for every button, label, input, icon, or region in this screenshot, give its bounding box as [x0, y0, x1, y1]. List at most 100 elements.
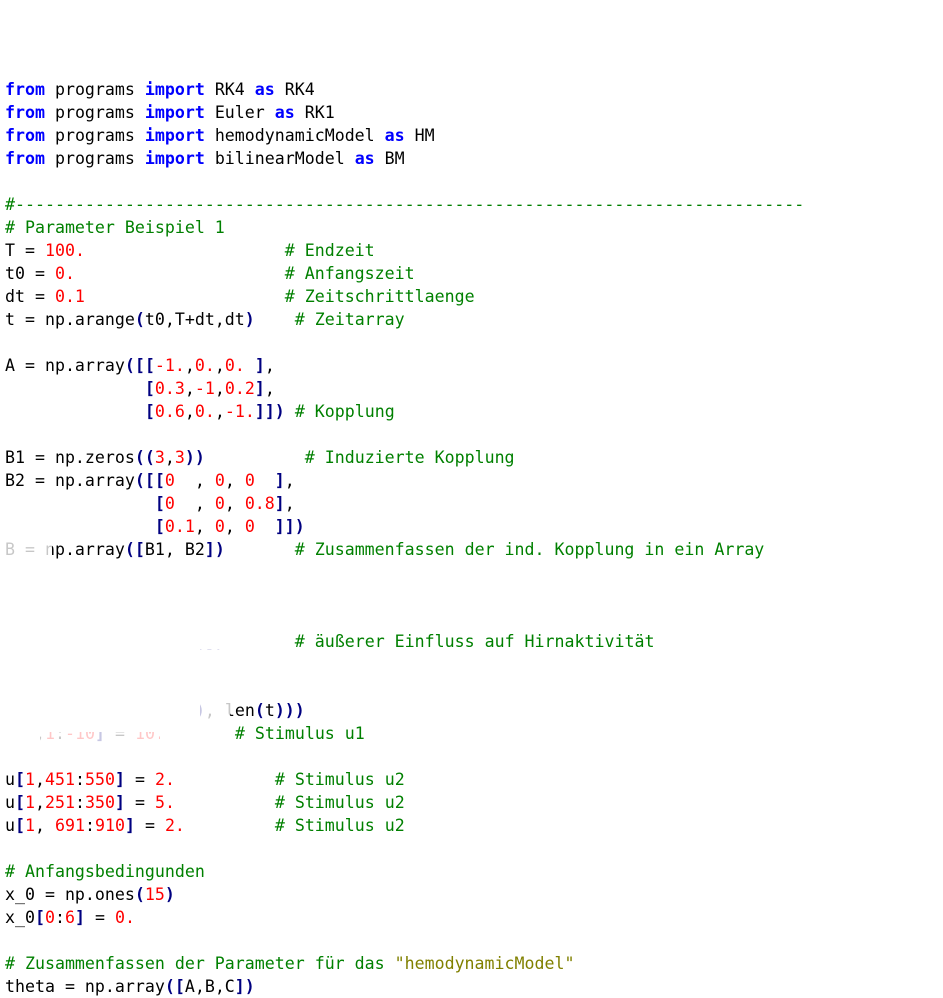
code-token: = [134, 816, 165, 835]
code-line[interactable]: T = 100. # Endzeit [5, 239, 375, 262]
redaction-mask [160, 722, 195, 745]
code-line[interactable]: from programs import bilinearModel as BM [5, 147, 405, 170]
code-token: import [144, 126, 205, 145]
code-token: , [184, 356, 195, 375]
code-token: # Stimulus u1 [234, 724, 365, 743]
code-token: RK4 [204, 80, 255, 99]
code-line[interactable]: t0 = 0. # Anfangszeit [5, 262, 415, 285]
code-token: 3 [154, 448, 165, 467]
code-line[interactable]: [0 , 0, 0.8], [5, 492, 295, 515]
code-token: 100. [44, 241, 85, 260]
code-token: u [5, 793, 15, 812]
code-line[interactable]: from programs import hemodynamicModel as… [5, 124, 435, 147]
code-line[interactable]: x_0 = np.ones(15) [5, 883, 175, 906]
code-token: ([[ [134, 471, 165, 490]
code-token: from [5, 126, 45, 145]
code-token: 0. [194, 356, 215, 375]
code-token: : [74, 770, 85, 789]
code-token: from [5, 103, 45, 122]
code-line[interactable]: [0.3,-1,0.2], [5, 377, 275, 400]
code-token: -1 [194, 379, 215, 398]
code-token: 0.2 [224, 379, 255, 398]
code-token: B2 = np.array [5, 471, 135, 490]
code-token: : [84, 816, 95, 835]
code-line[interactable]: u[1, 691:910] = 2. # Stimulus u2 [5, 814, 405, 837]
code-editor[interactable]: from programs import RK4 as RK4 from prog… [0, 0, 943, 997]
code-line[interactable]: theta = np.array([A,B,C]) [5, 975, 255, 998]
code-token: A,B,C [184, 977, 235, 996]
code-token: , [214, 379, 225, 398]
code-token: , [284, 471, 295, 490]
code-token: , [35, 770, 45, 789]
code-token: 0. [54, 264, 75, 283]
code-token: 691 [54, 816, 85, 835]
code-token: , [35, 793, 45, 812]
code-token: (( [134, 448, 155, 467]
code-token: 2. [154, 770, 175, 789]
code-token: [ [154, 517, 165, 536]
code-token: ]) [204, 540, 225, 559]
code-line[interactable]: #---------------------------------------… [5, 193, 804, 216]
code-line[interactable]: dt = 0.1 # Zeitschrittlaenge [5, 285, 475, 308]
code-token: ]]) [274, 517, 305, 536]
code-line[interactable]: # Zusammenfassen der Parameter für das "… [5, 952, 574, 975]
code-token: BM [374, 149, 405, 168]
code-token: [ [15, 816, 25, 835]
code-token: ] [254, 379, 265, 398]
code-token: ))) [274, 701, 305, 720]
code-line[interactable]: A = np.array([[-1.,0.,0. ], [5, 354, 275, 377]
code-token: # Zeitschrittlaenge [284, 287, 475, 306]
code-token: , [194, 517, 215, 536]
code-line[interactable]: from programs import RK4 as RK4 [5, 78, 315, 101]
code-line[interactable]: # Anfangsbedingunden [5, 860, 205, 883]
code-token: hemodynamicModel [204, 126, 385, 145]
code-token: 0.3 [154, 379, 185, 398]
code-token: 6 [64, 908, 75, 927]
code-line[interactable]: x_0[0:6] = 0. [5, 906, 135, 929]
code-line[interactable]: B = np.array([B1, B2]) # Zusammenfassen … [5, 538, 764, 561]
code-token: ( [134, 885, 145, 904]
code-token: ]) [234, 977, 255, 996]
code-line[interactable]: u[1,251:350] = 5. # Stimulus u2 [5, 791, 405, 814]
code-token: 0 [214, 494, 225, 513]
code-token: ] [124, 816, 135, 835]
code-token: import [144, 103, 205, 122]
code-token: 0. [224, 356, 245, 375]
code-token: ([ [124, 540, 145, 559]
code-token: , [35, 816, 55, 835]
code-token: ]]) [254, 402, 285, 421]
code-line[interactable]: t = np.arange(t0,T+dt,dt) # Zeitarray [5, 308, 405, 331]
code-token: , [224, 517, 245, 536]
code-line[interactable]: [0.1, 0, 0 ]]) [5, 515, 305, 538]
code-token: t [264, 701, 275, 720]
code-token: x_0 [5, 908, 35, 927]
code-token: ( [254, 701, 265, 720]
code-line[interactable]: u[1,451:550] = 2. # Stimulus u2 [5, 768, 405, 791]
code-token: 0. [114, 908, 135, 927]
code-token: import [144, 80, 205, 99]
code-line[interactable]: from programs import Euler as RK1 [5, 101, 335, 124]
code-token: ] [274, 471, 285, 490]
code-line[interactable]: # Parameter Beispiel 1 [5, 216, 225, 239]
code-token: 0 [244, 517, 255, 536]
code-token: , [284, 494, 295, 513]
code-token: as [384, 126, 405, 145]
code-line[interactable]: B2 = np.array([[0 , 0, 0 ], [5, 469, 295, 492]
code-line[interactable]: B1 = np.zeros((3,3)) # Induzierte Kopplu… [5, 446, 515, 469]
redaction-mask [0, 722, 40, 745]
code-token: # Stimulus u2 [274, 793, 405, 812]
code-token: # Zusammenfassen der ind. Kopplung in ei… [294, 540, 765, 559]
code-token: , [174, 471, 215, 490]
code-token: # Endzeit [284, 241, 375, 260]
code-token: T = [5, 241, 45, 260]
code-line[interactable]: [0.6,0.,-1.]]) # Kopplung [5, 400, 395, 423]
code-token: t0,T+dt,dt [144, 310, 245, 329]
code-token: 0.8 [244, 494, 275, 513]
code-token: as [254, 80, 275, 99]
code-token: Euler [204, 103, 275, 122]
